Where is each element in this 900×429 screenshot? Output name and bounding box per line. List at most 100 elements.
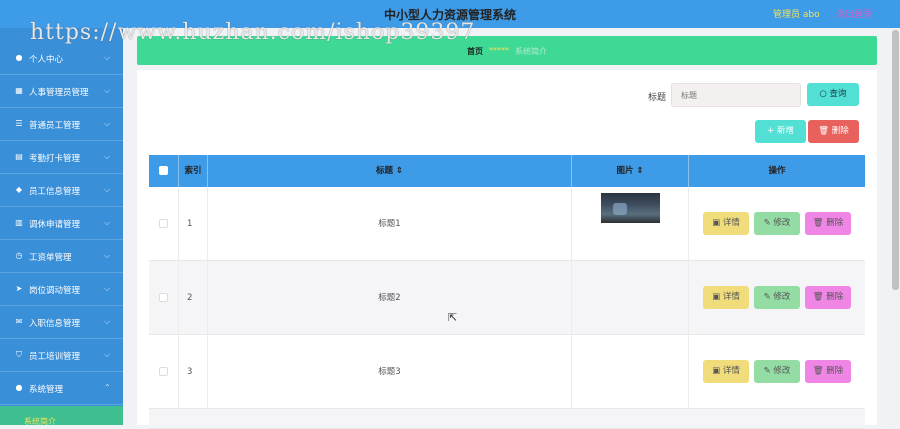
list-icon: ☰ <box>15 119 23 128</box>
row-checkbox[interactable] <box>149 187 179 261</box>
row-index: 2 <box>179 261 208 335</box>
header-ops: 操作 <box>768 166 786 176</box>
sidebar-item-label: 人事管理员管理 <box>29 88 89 98</box>
detail-button[interactable]: ▣ 详情 <box>703 360 749 383</box>
sidebar-item-training[interactable]: ⛉ 员工培训管理 ⌵ <box>0 339 123 372</box>
edit-label: 修改 <box>773 366 791 376</box>
mail-icon: ✉ <box>15 317 23 326</box>
logout-link[interactable]: 退出登录 <box>836 7 872 20</box>
query-button[interactable]: ○ 查询 <box>807 83 859 106</box>
chevron-down-icon: ⌵ <box>104 119 111 128</box>
pencil-icon: ✎ <box>763 218 771 228</box>
clock-icon: ◷ <box>15 251 23 260</box>
calendar-icon: ▤ <box>15 152 23 161</box>
chevron-down-icon: ⌵ <box>104 152 111 161</box>
sidebar-item-label: 入职信息管理 <box>29 319 81 329</box>
table-row: 2 标题2 ▣ 详情 ✎ 修改 🗑 删除 <box>149 261 865 335</box>
query-button-label: 查询 <box>829 89 847 99</box>
detail-label: 详情 <box>722 292 740 302</box>
row-actions: ▣ 详情 ✎ 修改 🗑 删除 <box>689 261 865 335</box>
delete-button[interactable]: 🗑 删除 <box>805 360 851 383</box>
row-actions: ▣ 详情 ✎ 修改 🗑 删除 <box>689 187 865 261</box>
trash-icon: 🗑 <box>812 366 824 376</box>
send-icon: ➤ <box>15 284 23 293</box>
row-title: 标题3 <box>208 335 572 409</box>
trash-icon: 🗑 <box>812 218 824 228</box>
edit-button[interactable]: ✎ 修改 <box>754 286 800 309</box>
sidebar-item-attendance[interactable]: ▤ 考勤打卡管理 ⌵ <box>0 141 123 174</box>
sidebar-subitem-system-intro[interactable]: 系统简介 <box>0 406 123 426</box>
edit-label: 修改 <box>773 292 791 302</box>
sidebar-item-label: 考勤打卡管理 <box>29 154 81 164</box>
row-index: 1 <box>179 187 208 261</box>
pencil-icon: ✎ <box>763 292 771 302</box>
table-header: 索引 标题 ⇕ 图片 ⇕ 操作 <box>149 155 865 187</box>
building-icon: ▥ <box>15 218 23 227</box>
header-title[interactable]: 标题 ⇕ <box>208 155 572 187</box>
search-input[interactable] <box>671 83 801 107</box>
sidebar-item-system[interactable]: ● 系统管理 ⌃ <box>0 372 123 405</box>
pencil-icon: ✎ <box>763 366 771 376</box>
chevron-down-icon: ⌵ <box>104 218 111 227</box>
user-icon: ● <box>15 383 23 392</box>
chevron-down-icon: ⌵ <box>104 86 111 95</box>
select-all-checkbox[interactable] <box>149 155 179 187</box>
row-title: 标题2 <box>208 261 572 335</box>
edit-button[interactable]: ✎ 修改 <box>754 360 800 383</box>
plus-icon: + <box>767 126 775 136</box>
breadcrumb-home[interactable]: 首页 <box>467 46 483 57</box>
mouse-cursor-icon: ⇱ <box>448 311 458 324</box>
page-scrollbar[interactable] <box>891 28 900 425</box>
breadcrumb-separator: ***** <box>489 46 509 55</box>
detail-label: 详情 <box>722 366 740 376</box>
sidebar-item-label: 调休申请管理 <box>29 220 81 230</box>
chevron-down-icon: ⌵ <box>104 350 111 359</box>
grid-icon: ▦ <box>15 86 23 95</box>
chevron-down-icon: ⌵ <box>104 185 111 194</box>
row-thumbnail[interactable] <box>601 193 660 223</box>
batch-delete-button[interactable]: 🗑 删除 <box>808 120 859 143</box>
row-title: 标题1 <box>208 187 572 261</box>
chevron-down-icon: ⌵ <box>104 251 111 260</box>
sidebar-item-employee-info[interactable]: ◆ 员工信息管理 ⌵ <box>0 174 123 207</box>
document-icon: ▣ <box>712 292 721 302</box>
add-button[interactable]: + 新增 <box>755 120 806 143</box>
trash-icon: 🗑 <box>812 292 824 302</box>
user-icon: ● <box>15 53 23 62</box>
edit-label: 修改 <box>773 218 791 228</box>
edit-button[interactable]: ✎ 修改 <box>754 212 800 235</box>
sidebar-item-label: 普通员工管理 <box>29 121 81 131</box>
sidebar-item-staff[interactable]: ☰ 普通员工管理 ⌵ <box>0 108 123 141</box>
search-icon: ○ <box>819 89 827 99</box>
row-checkbox[interactable] <box>149 335 179 409</box>
chevron-down-icon: ⌵ <box>104 284 111 293</box>
delete-button[interactable]: 🗑 删除 <box>805 212 851 235</box>
row-image-cell <box>572 261 689 335</box>
header-index: 索引 <box>179 155 208 187</box>
sidebar-item-label: 岗位调动管理 <box>29 286 81 296</box>
header-image[interactable]: 图片 ⇕ <box>572 155 689 187</box>
breadcrumb-current: 系统简介 <box>515 47 547 56</box>
search-label: 标题 <box>648 93 667 103</box>
detail-button[interactable]: ▣ 详情 <box>703 286 749 309</box>
delete-button[interactable]: 🗑 删除 <box>805 286 851 309</box>
scrollbar-thumb[interactable] <box>892 30 899 290</box>
sidebar-item-onboarding[interactable]: ✉ 入职信息管理 ⌵ <box>0 306 123 339</box>
sidebar-item-transfer[interactable]: ➤ 岗位调动管理 ⌵ <box>0 273 123 306</box>
sidebar-item-hr-admin[interactable]: ▦ 人事管理员管理 ⌵ <box>0 75 123 108</box>
sidebar-item-payroll[interactable]: ◷ 工资单管理 ⌵ <box>0 240 123 273</box>
current-user[interactable]: 管理员 abo <box>773 7 820 20</box>
sidebar-item-label: 员工信息管理 <box>29 187 81 197</box>
sidebar-item-label: 工资单管理 <box>29 253 72 263</box>
sidebar-item-label: 个人中心 <box>29 55 64 65</box>
row-index: 3 <box>179 335 208 409</box>
sidebar-item-personal-center[interactable]: ● 个人中心 ⌵ <box>0 42 123 75</box>
sidebar: ● 个人中心 ⌵ ▦ 人事管理员管理 ⌵ ☰ 普通员工管理 ⌵ ▤ 考勤打卡管理… <box>0 28 123 425</box>
detail-button[interactable]: ▣ 详情 <box>703 212 749 235</box>
row-image-cell <box>572 335 689 409</box>
detail-label: 详情 <box>722 218 740 228</box>
document-icon: ▣ <box>712 366 721 376</box>
row-checkbox[interactable] <box>149 261 179 335</box>
sidebar-item-leave[interactable]: ▥ 调休申请管理 ⌵ <box>0 207 123 240</box>
sidebar-item-label: 员工培训管理 <box>29 352 81 362</box>
